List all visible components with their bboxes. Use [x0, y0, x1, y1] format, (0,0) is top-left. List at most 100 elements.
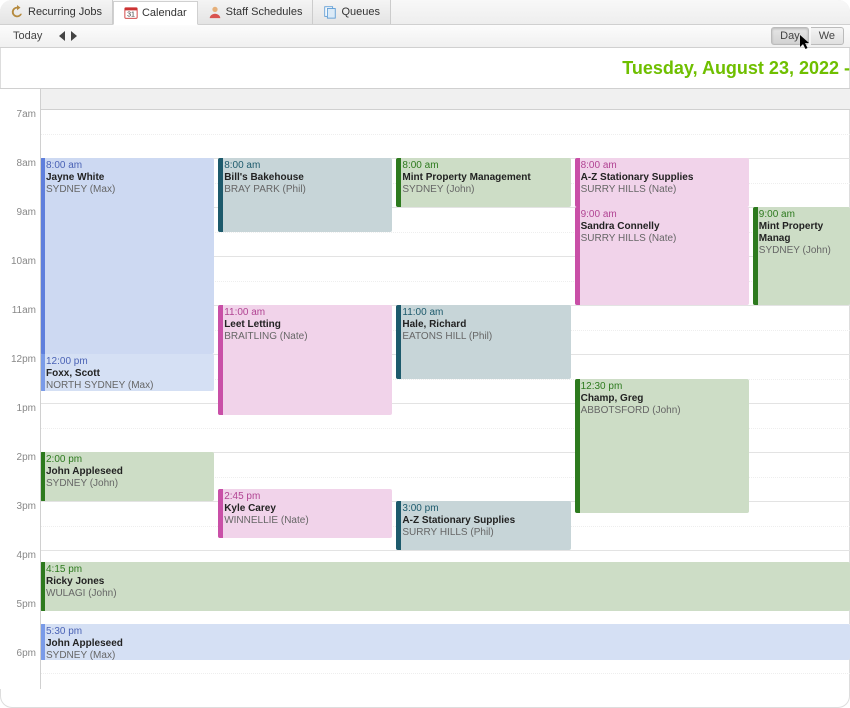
- hour-label: 3pm: [0, 501, 40, 550]
- event-title: John Appleseed: [46, 638, 846, 650]
- hour-label: 11am: [0, 305, 40, 354]
- event-title: A-Z Stationary Supplies: [402, 515, 566, 527]
- all-day-row: [0, 89, 850, 110]
- event-color-bar: [396, 501, 401, 550]
- event-location: SYDNEY (Max): [46, 650, 846, 661]
- hour-label: 5pm: [0, 599, 40, 648]
- event-color-bar: [396, 158, 401, 207]
- hour-label: 12pm: [0, 354, 40, 403]
- hour-label: 4pm: [0, 550, 40, 599]
- event-area[interactable]: 8:00 amJayne WhiteSYDNEY (Max)8:00 amBil…: [40, 109, 850, 689]
- hour-label: 6pm: [0, 648, 40, 689]
- event-location: SURRY HILLS (Phil): [402, 527, 566, 539]
- event-time: 2:00 pm: [46, 454, 210, 466]
- event-color-bar: [218, 158, 223, 232]
- hour-label: 7am: [0, 109, 40, 158]
- calendar-grid: 7am8am9am10am11am12pm1pm2pm3pm4pm5pm6pm …: [0, 89, 850, 689]
- calendar-event[interactable]: 9:00 amMint Property ManagSYDNEY (John): [753, 207, 850, 305]
- event-title: Hale, Richard: [402, 319, 566, 331]
- event-title: A-Z Stationary Supplies: [581, 172, 745, 184]
- event-location: SYDNEY (John): [759, 245, 846, 257]
- event-location: SYDNEY (John): [46, 478, 210, 490]
- event-time: 8:00 am: [402, 160, 566, 172]
- calendar-event[interactable]: 8:00 amBill's BakehouseBRAY PARK (Phil): [218, 158, 392, 232]
- event-location: SYDNEY (Max): [46, 184, 210, 196]
- event-time: 8:00 am: [581, 160, 745, 172]
- event-location: WINNELLIE (Nate): [224, 515, 388, 527]
- event-location: SURRY HILLS (Nate): [581, 233, 745, 245]
- prev-arrow-icon[interactable]: [59, 31, 65, 41]
- event-time: 8:00 am: [46, 160, 210, 172]
- recurring-icon: [10, 5, 24, 19]
- svg-text:31: 31: [127, 12, 135, 19]
- hour-label: 2pm: [0, 452, 40, 501]
- tab-queues[interactable]: Queues: [313, 0, 391, 24]
- calendar-event[interactable]: 5:30 pmJohn AppleseedSYDNEY (Max): [40, 624, 850, 661]
- today-button[interactable]: Today: [6, 27, 49, 45]
- tab-calendar[interactable]: 31 Calendar: [113, 1, 198, 25]
- next-arrow-icon[interactable]: [71, 31, 77, 41]
- event-time: 8:00 am: [224, 160, 388, 172]
- hour-label: 1pm: [0, 403, 40, 452]
- event-title: Sandra Connelly: [581, 221, 745, 233]
- calendar-event[interactable]: 2:45 pmKyle CareyWINNELLIE (Nate): [218, 489, 392, 538]
- event-location: BRAITLING (Nate): [224, 331, 388, 343]
- event-time: 5:30 pm: [46, 626, 846, 638]
- event-location: SYDNEY (John): [402, 184, 566, 196]
- event-location: ABBOTSFORD (John): [581, 405, 745, 417]
- hour-label: 8am: [0, 158, 40, 207]
- event-color-bar: [753, 207, 758, 305]
- event-color-bar: [575, 207, 580, 305]
- week-view-button[interactable]: We: [811, 27, 844, 45]
- event-title: Jayne White: [46, 172, 210, 184]
- event-time: 12:30 pm: [581, 381, 745, 393]
- calendar-event[interactable]: 2:00 pmJohn AppleseedSYDNEY (John): [40, 452, 214, 501]
- calendar-event[interactable]: 9:00 amSandra ConnellySURRY HILLS (Nate): [575, 207, 749, 305]
- calendar-event[interactable]: 12:00 pmFoxx, ScottNORTH SYDNEY (Max): [40, 354, 214, 391]
- event-time: 12:00 pm: [46, 356, 210, 368]
- event-title: Kyle Carey: [224, 503, 388, 515]
- day-view-button[interactable]: Day: [771, 27, 809, 45]
- tab-staff-schedules[interactable]: Staff Schedules: [198, 0, 314, 24]
- event-time: 11:00 am: [224, 307, 388, 319]
- event-title: Mint Property Management: [402, 172, 566, 184]
- time-gutter: 7am8am9am10am11am12pm1pm2pm3pm4pm5pm6pm: [0, 89, 41, 689]
- calendar-event[interactable]: 11:00 amHale, RichardEATONS HILL (Phil): [396, 305, 570, 379]
- calendar-event[interactable]: 8:00 amJayne WhiteSYDNEY (Max): [40, 158, 214, 354]
- event-time: 11:00 am: [402, 307, 566, 319]
- event-location: NORTH SYDNEY (Max): [46, 380, 210, 391]
- event-time: 9:00 am: [759, 209, 846, 221]
- event-location: BRAY PARK (Phil): [224, 184, 388, 196]
- staff-icon: [208, 5, 222, 19]
- event-color-bar: [218, 305, 223, 415]
- event-time: 2:45 pm: [224, 491, 388, 503]
- event-title: Ricky Jones: [46, 576, 846, 588]
- event-time: 9:00 am: [581, 209, 745, 221]
- event-color-bar: [218, 489, 223, 538]
- tab-label: Recurring Jobs: [28, 6, 102, 18]
- calendar-event[interactable]: 11:00 amLeet LettingBRAITLING (Nate): [218, 305, 392, 415]
- calendar-event[interactable]: 4:15 pmRicky JonesWULAGI (John): [40, 562, 850, 611]
- calendar-event[interactable]: 12:30 pmChamp, GregABBOTSFORD (John): [575, 379, 749, 514]
- tab-label: Calendar: [142, 7, 187, 19]
- hour-label: 10am: [0, 256, 40, 305]
- calendar-event[interactable]: 8:00 amA-Z Stationary SuppliesSURRY HILL…: [575, 158, 749, 207]
- tab-label: Queues: [341, 6, 380, 18]
- tab-recurring-jobs[interactable]: Recurring Jobs: [0, 0, 113, 24]
- tab-bar: Recurring Jobs 31 Calendar Staff Schedules Q…: [0, 0, 850, 25]
- event-color-bar: [575, 379, 580, 514]
- calendar-icon: 31: [124, 6, 138, 20]
- calendar-toolbar: Today Day We: [0, 25, 850, 48]
- event-color-bar: [575, 158, 580, 207]
- calendar-event[interactable]: 8:00 amMint Property ManagementSYDNEY (J…: [396, 158, 570, 207]
- hour-label: 9am: [0, 207, 40, 256]
- event-title: Foxx, Scott: [46, 368, 210, 380]
- event-time: 3:00 pm: [402, 503, 566, 515]
- event-title: Bill's Bakehouse: [224, 172, 388, 184]
- event-title: Mint Property Manag: [759, 221, 846, 245]
- event-title: Champ, Greg: [581, 393, 745, 405]
- event-location: EATONS HILL (Phil): [402, 331, 566, 343]
- calendar-event[interactable]: 3:00 pmA-Z Stationary SuppliesSURRY HILL…: [396, 501, 570, 550]
- event-title: Leet Letting: [224, 319, 388, 331]
- queues-icon: [323, 5, 337, 19]
